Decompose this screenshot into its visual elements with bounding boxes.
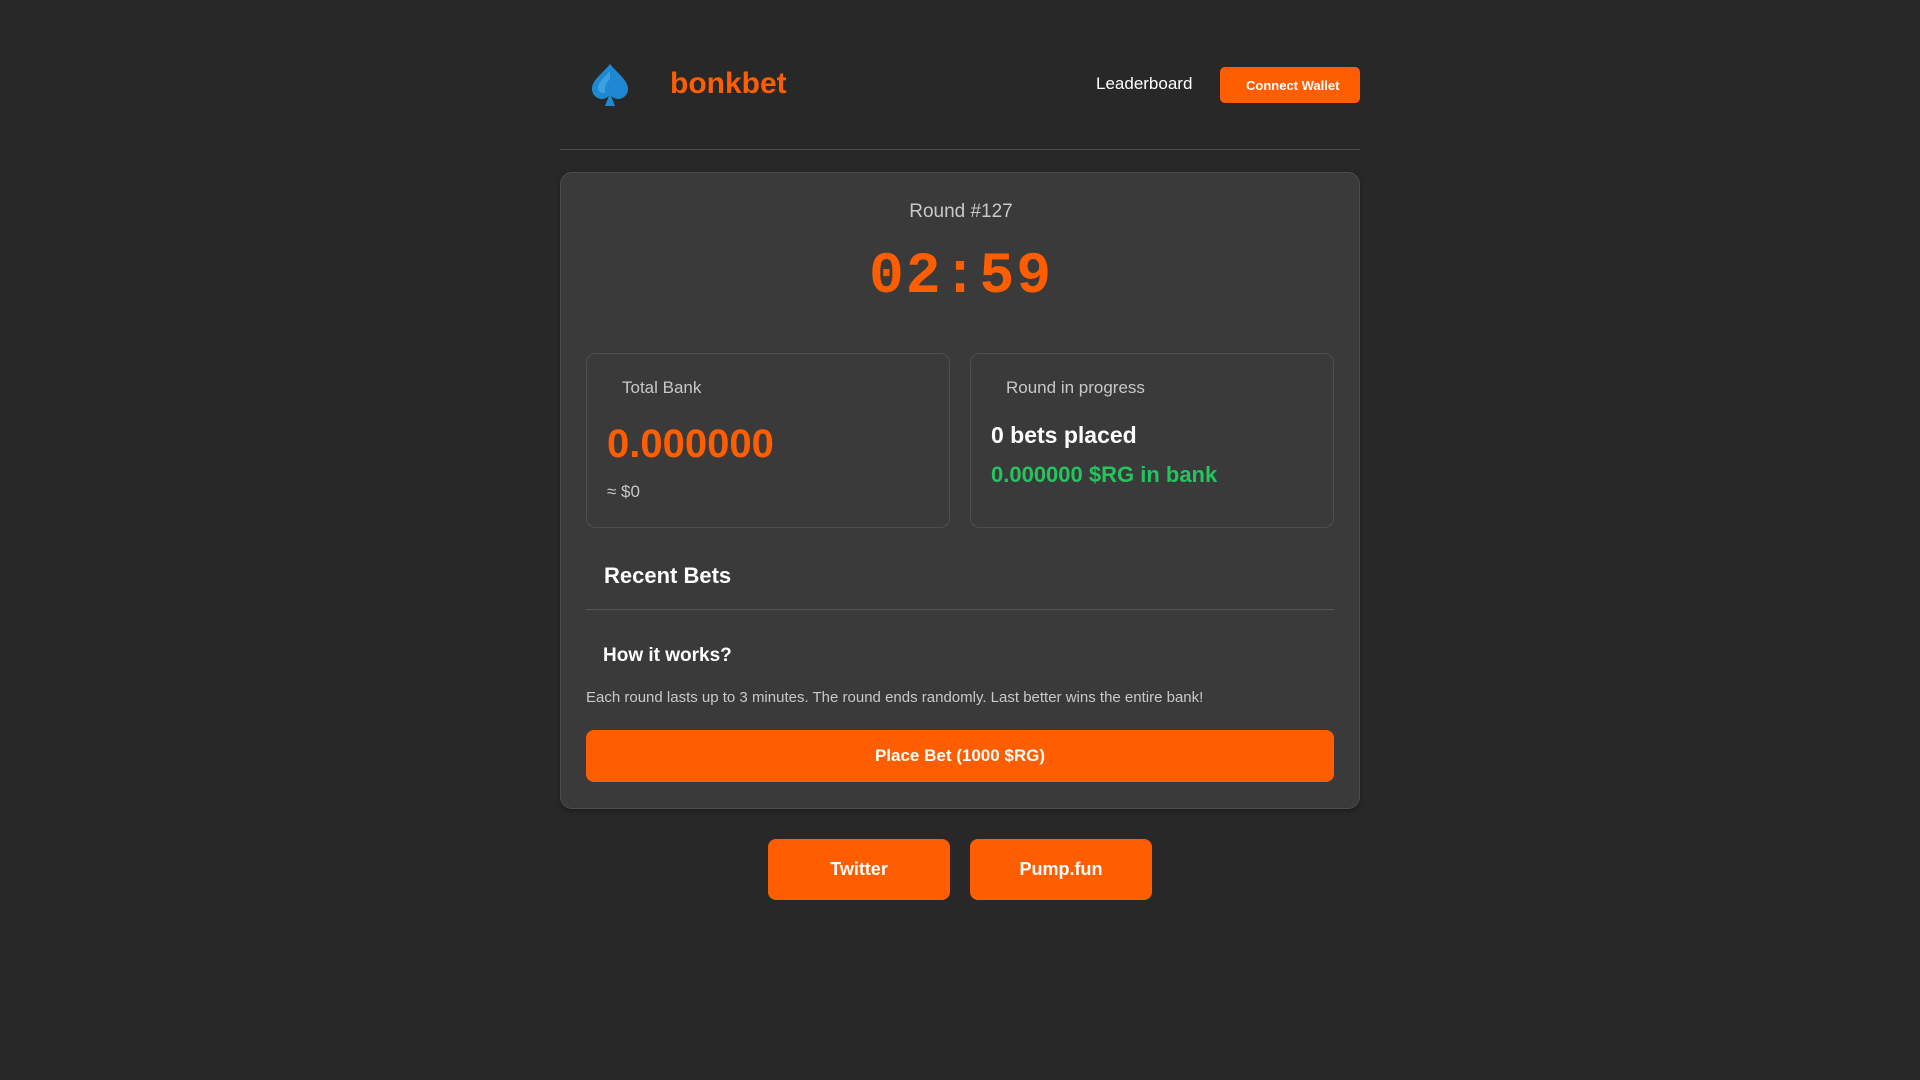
- connect-wallet-button[interactable]: Connect Wallet: [1220, 67, 1360, 103]
- bank-amount-text: 0.000000 $RG in bank: [991, 462, 1218, 487]
- recent-bets-title: Recent Bets: [604, 563, 732, 588]
- brand-name[interactable]: bonkbet: [670, 66, 787, 102]
- round-status-panel: Round in progress 0 bets placed 0.000000…: [970, 353, 1334, 528]
- round-status-title: Round in progress: [1006, 378, 1145, 397]
- twitter-button[interactable]: Twitter: [768, 839, 950, 900]
- how-it-works-text: Each round lasts up to 3 minutes. The ro…: [586, 689, 1204, 706]
- section-divider: [586, 609, 1334, 610]
- total-bank-usd: ≈ $0: [607, 482, 640, 501]
- total-bank-value: 0.000000: [607, 422, 774, 466]
- round-timer: 02:59: [868, 245, 1054, 310]
- place-bet-button[interactable]: Place Bet (1000 $RG): [586, 730, 1334, 782]
- bets-placed-count: 0 bets placed: [991, 422, 1137, 448]
- header: bonkbet Leaderboard Connect Wallet: [560, 0, 1360, 150]
- round-card: Round #127 02:59 Total Bank 0.000000 ≈ $…: [560, 172, 1360, 809]
- round-number: Round #127: [909, 201, 1013, 222]
- leaderboard-link[interactable]: Leaderboard: [1096, 74, 1192, 94]
- pumpfun-button[interactable]: Pump.fun: [970, 839, 1152, 900]
- total-bank-panel: Total Bank 0.000000 ≈ $0: [586, 353, 950, 528]
- spade-icon[interactable]: [590, 62, 630, 108]
- how-it-works-title: How it works?: [603, 645, 732, 666]
- page-container: bonkbet Leaderboard Connect Wallet Round…: [560, 0, 1360, 900]
- total-bank-title: Total Bank: [622, 378, 702, 397]
